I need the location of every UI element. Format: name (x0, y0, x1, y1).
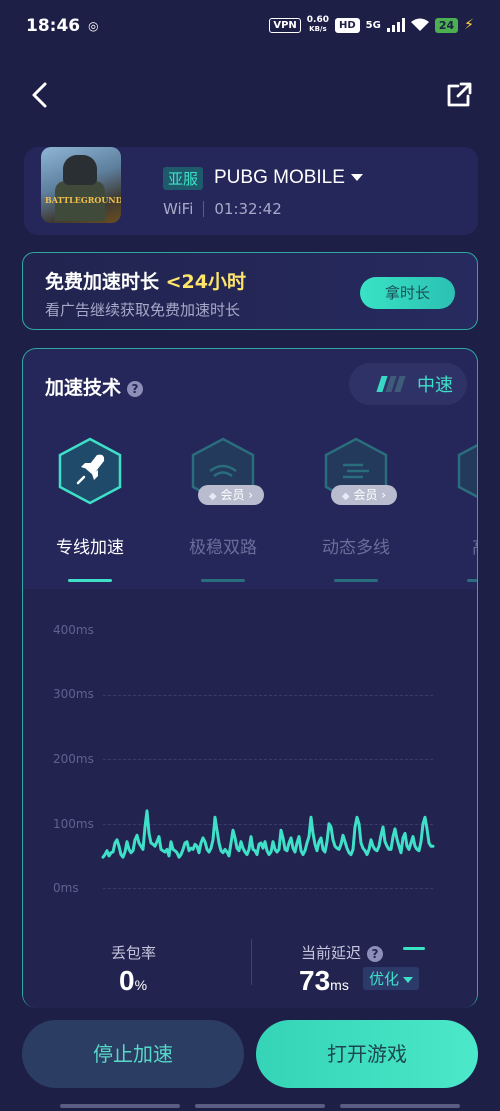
vpn-badge: VPN (269, 17, 301, 33)
network-type: WiFi (163, 200, 194, 218)
free-time-highlight: <24小时 (165, 271, 246, 293)
latency-legend-line (403, 947, 425, 950)
latency-value: 73ms (299, 965, 349, 996)
accel-tech-card: 加速技术? 中速 专线加速 ◆ 会员 › 极稳双路 ◆ 会员 › 动态多线 40… (22, 348, 478, 1008)
diamond-icon: ◆ (208, 491, 217, 502)
member-badge: ◆ 会员 › (331, 485, 397, 505)
tech-item-label: 专线加速 (56, 538, 124, 558)
speed-mode-selector[interactable]: 中速 (349, 363, 467, 405)
tech-item-label: 高速 (444, 533, 477, 558)
region-tag: 亚服 (163, 167, 204, 190)
dropdown-arrow-icon[interactable] (350, 174, 363, 182)
speed-level-icon (376, 376, 406, 392)
game-logo-image: BATTLEGROUNDS (41, 147, 121, 223)
accel-duration: 01:32:42 (214, 200, 282, 218)
tech-item-label: 动态多线 (322, 538, 390, 558)
tech-item-high-speed[interactable]: 高速 (444, 437, 477, 558)
high-speed-icon (457, 443, 477, 499)
help-icon[interactable]: ? (127, 380, 144, 397)
stat-divider (251, 939, 252, 985)
signal-label: 5G (365, 19, 381, 31)
tech-title: 加速技术? (45, 373, 144, 400)
tab-indicator (201, 579, 245, 582)
help-icon[interactable]: ? (367, 945, 384, 962)
battery-icon: 24 (434, 17, 459, 33)
status-time: 18:46 (26, 16, 81, 36)
tech-item-multi-line[interactable]: ◆ 会员 › 动态多线 (311, 437, 401, 558)
divider (203, 201, 205, 217)
tech-item-label: 极稳双路 (189, 538, 257, 558)
free-time-title: 免费加速时长 <24小时 (45, 271, 246, 293)
chevron-down-icon (403, 976, 414, 983)
free-time-subtitle: 看广告继续获取免费加速时长 (45, 301, 241, 319)
tech-item-dedicated[interactable]: 专线加速 (45, 437, 135, 558)
nav-indicator (340, 1104, 460, 1108)
rocket-icon (58, 437, 122, 505)
packet-loss-label: 丢包率 (111, 944, 157, 962)
back-icon[interactable] (28, 80, 52, 110)
free-time-banner: 免费加速时长 <24小时 看广告继续获取免费加速时长 拿时长 (22, 252, 478, 330)
tab-indicator-active (68, 579, 112, 582)
net-speed: 0.60 KB/s (306, 15, 329, 34)
cellular-signal-icon (386, 18, 405, 32)
stop-accel-button[interactable]: 停止加速 (22, 1020, 244, 1088)
latency-line-plot (101, 809, 435, 859)
speed-mode-label: 中速 (417, 375, 453, 396)
nav-indicator (195, 1104, 325, 1108)
diamond-icon: ◆ (341, 491, 350, 502)
share-icon[interactable] (444, 80, 474, 110)
game-card[interactable]: BATTLEGROUNDS 亚服 PUBG MOBILE WiFi 01:32:… (24, 147, 478, 235)
connection-info: WiFi 01:32:42 (163, 200, 282, 218)
tab-indicator (334, 579, 378, 582)
open-game-button[interactable]: 打开游戏 (256, 1020, 478, 1088)
latency-label: 当前延迟? (301, 942, 384, 963)
wifi-icon (410, 18, 429, 31)
packet-loss-value: 0% (119, 965, 148, 996)
status-bar: 18:46 ◎ VPN 0.60 KB/s HD 5G 24 ⚡ (0, 0, 500, 52)
get-time-button[interactable]: 拿时长 (360, 277, 455, 309)
notification-icon: ◎ (88, 19, 99, 33)
optimize-dropdown[interactable]: 优化 (363, 967, 420, 990)
tab-indicator (467, 579, 477, 582)
latency-series-line (101, 809, 435, 859)
latency-chart: 400ms 300ms 200ms 100ms 0ms 丢包率 0% 当前延迟?… (23, 589, 477, 1008)
charging-icon: ⚡ (464, 17, 474, 33)
nav-indicator (60, 1104, 180, 1108)
game-name[interactable]: PUBG MOBILE (214, 167, 363, 189)
hd-badge: HD (335, 17, 360, 33)
tech-item-dual-route[interactable]: ◆ 会员 › 极稳双路 (178, 437, 268, 558)
member-badge: ◆ 会员 › (198, 485, 264, 505)
